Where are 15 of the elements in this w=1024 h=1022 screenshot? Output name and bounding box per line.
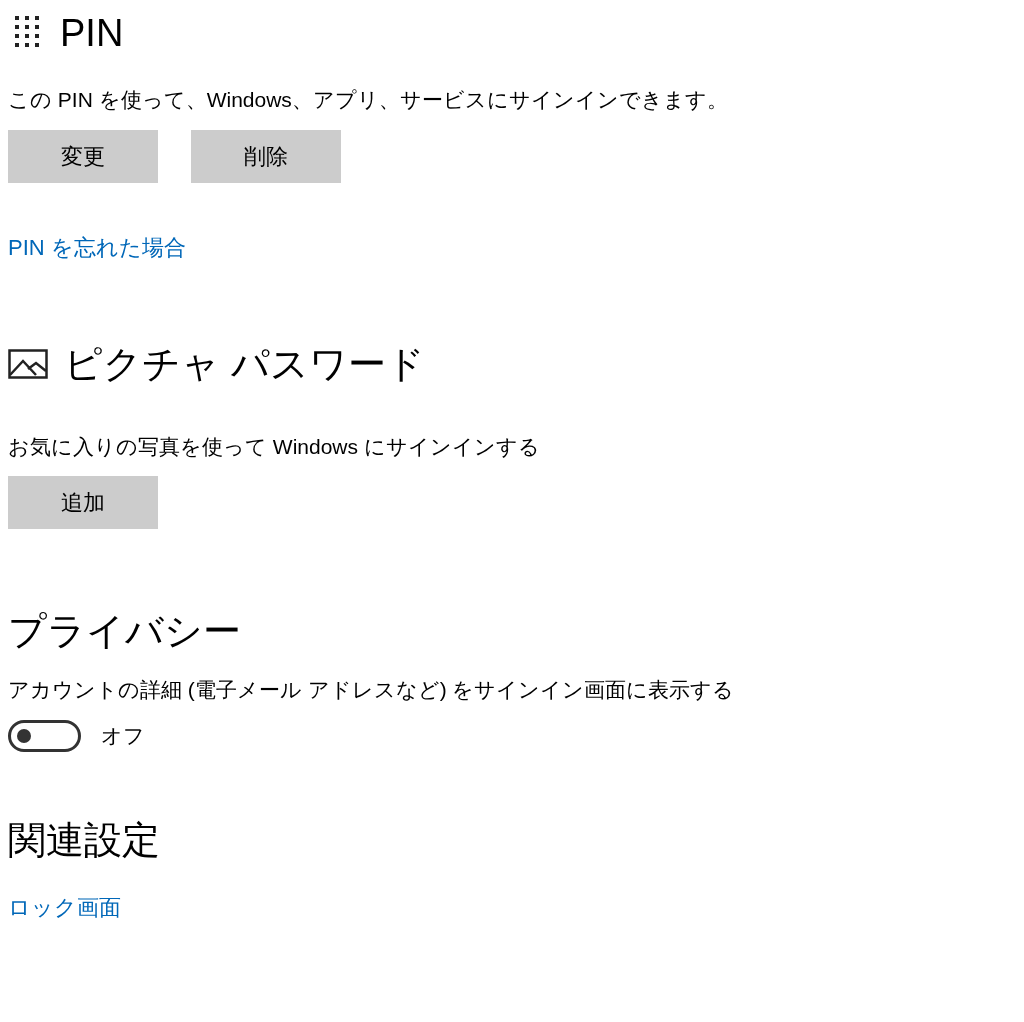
action-button[interactable]: 削除 [191, 129, 341, 183]
section-title: 関連設定 [8, 817, 161, 863]
description: アカウントの詳細 (電子メール アドレスなど) をサインイン画面に表示する [8, 677, 736, 703]
section-title: PIN [60, 14, 124, 52]
lock-screen-link[interactable]: ロック画面 [8, 894, 121, 920]
description: お気に入りの写真を使って Windows にサインインする [8, 433, 541, 460]
toggle-label: オフ [101, 722, 145, 749]
action-button[interactable]: 変更 [8, 129, 158, 183]
section-title: ピクチャ パスワード [64, 341, 425, 387]
toggle-switch[interactable] [8, 719, 81, 752]
description: この PIN を使って、Windows、アプリ、サービスにサインインできます。 [8, 87, 729, 113]
forgot-pin-link[interactable]: PIN を忘れた場合 [8, 234, 186, 260]
picture-icon [8, 349, 48, 379]
action-button[interactable]: 追加 [8, 476, 158, 529]
section-title: プライバシー [8, 609, 242, 654]
